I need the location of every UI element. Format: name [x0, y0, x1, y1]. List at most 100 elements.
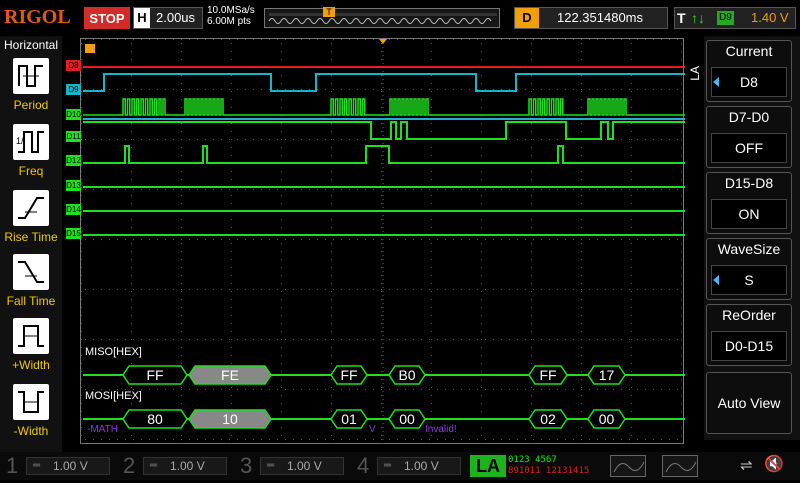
grid-dot [331, 411, 332, 412]
grid-dot [317, 439, 318, 440]
grid-dot [281, 291, 282, 292]
grid-dot [157, 339, 158, 340]
grid-dot [237, 89, 238, 90]
grid-dot [501, 189, 502, 190]
menu-auto-view[interactable]: Auto View [706, 372, 792, 434]
grid-dot [281, 339, 282, 340]
channel-scale: 1.00 V [404, 459, 439, 473]
pos-width-button[interactable] [13, 318, 49, 354]
trigger-box[interactable]: T ↑↓ D9 1.40 V [674, 7, 796, 29]
grid-dot [189, 39, 190, 40]
grid-dot [531, 315, 532, 316]
channel-label-d15[interactable]: D15 [66, 228, 81, 239]
grid-dot [331, 219, 332, 220]
grid-dot [573, 389, 574, 390]
channel-label-d11[interactable]: D11 [66, 131, 81, 142]
grid-dot [405, 339, 406, 340]
grid-dot [261, 89, 262, 90]
memory-overview-bar[interactable]: T [264, 7, 500, 28]
grid-dot [181, 251, 182, 252]
freq-measure-button[interactable]: 1/ [13, 124, 49, 160]
grid-dot [133, 289, 134, 290]
grid-dot [221, 239, 222, 240]
grid-dot [253, 239, 254, 240]
channel-2-status[interactable]: 2 ═ 1.00 V [119, 454, 231, 478]
period-measure-button[interactable] [13, 58, 49, 94]
timebase-box[interactable]: H 2.00us [133, 7, 203, 29]
grid-dot [431, 379, 432, 380]
grid-dot [281, 283, 282, 284]
menu-d7-d0[interactable]: D7-D0 OFF [706, 106, 792, 168]
grid-dot [477, 439, 478, 440]
grid-dot [93, 239, 94, 240]
grid-dot [431, 259, 432, 260]
grid-dot [229, 189, 230, 190]
grid-dot [525, 39, 526, 40]
menu-wavesize[interactable]: WaveSize S [706, 238, 792, 300]
grid-dot [509, 289, 510, 290]
grid-dot [493, 339, 494, 340]
grid-dot [231, 179, 232, 180]
grid-dot [149, 339, 150, 340]
speaker-mute-icon[interactable]: 🔇 [764, 454, 784, 474]
channel-label-d14[interactable]: D14 [66, 204, 81, 215]
channel-label-d12[interactable]: D12 [66, 155, 81, 166]
grid-dot [573, 239, 574, 240]
menu-current[interactable]: Current D8 [706, 40, 792, 102]
grid-dot [631, 387, 632, 388]
grid-dot [197, 339, 198, 340]
grid-dot [281, 195, 282, 196]
channel-3-status[interactable]: 3 ═ 1.00 V [236, 454, 348, 478]
grid-dot [481, 283, 482, 284]
channel-4-status[interactable]: 4 ═ 1.00 V [353, 454, 465, 478]
la-status-badge[interactable]: LA [470, 455, 506, 477]
grid-dot [157, 189, 158, 190]
grid-dot [81, 443, 82, 444]
channel-1-status[interactable]: 1 ═ 1.00 V [2, 454, 114, 478]
fall-time-button[interactable] [13, 254, 49, 290]
channel-label-d13[interactable]: D13 [66, 180, 81, 191]
menu-d15-d8[interactable]: D15-D8 ON [706, 172, 792, 234]
neg-width-button[interactable] [13, 384, 49, 420]
grid-dot [131, 323, 132, 324]
grid-dot [173, 339, 174, 340]
grid-dot [389, 89, 390, 90]
delay-box[interactable]: D 122.351480ms [514, 7, 668, 29]
grid-dot [531, 435, 532, 436]
channel-label-d8[interactable]: D8 [66, 60, 81, 71]
source-wave-slot-1[interactable] [610, 455, 646, 477]
grid-dot [469, 39, 470, 40]
source-wave-slot-2[interactable] [662, 455, 698, 477]
grid-dot [331, 435, 332, 436]
rise-time-icon [18, 197, 44, 219]
trigger-position-marker[interactable]: T [323, 7, 335, 17]
grid-dot [429, 289, 430, 290]
grid-dot [669, 89, 670, 90]
grid-dot [309, 139, 310, 140]
grid-dot [389, 389, 390, 390]
grid-dot [525, 189, 526, 190]
grid-dot [605, 139, 606, 140]
grid-dot [205, 89, 206, 90]
grid-dot [131, 387, 132, 388]
run-stop-button[interactable]: STOP [84, 7, 130, 29]
grid-dot [197, 89, 198, 90]
grid-dot [189, 439, 190, 440]
rise-time-button[interactable] [13, 190, 49, 226]
waveform-display[interactable]: MISO[HEX]MOSI[HEX]B1FFFEFFB0FF1780100100… [80, 38, 685, 445]
grid-dot [81, 139, 82, 140]
grid-dot [81, 379, 82, 380]
grid-dot [253, 339, 254, 340]
grid-dot [341, 39, 342, 40]
grid-dot [481, 227, 482, 228]
menu-reorder[interactable]: ReOrder D0-D15 [706, 304, 792, 366]
grid-dot [461, 239, 462, 240]
grid-dot [581, 83, 582, 84]
channel-label-d10[interactable]: D10 [66, 109, 81, 120]
grid-dot [653, 389, 654, 390]
channel-label-d9[interactable]: D9 [66, 84, 81, 95]
grid-dot [269, 389, 270, 390]
grid-dot [141, 139, 142, 140]
miso-bus-packet-value: FF [340, 367, 357, 383]
grid-dot [349, 439, 350, 440]
